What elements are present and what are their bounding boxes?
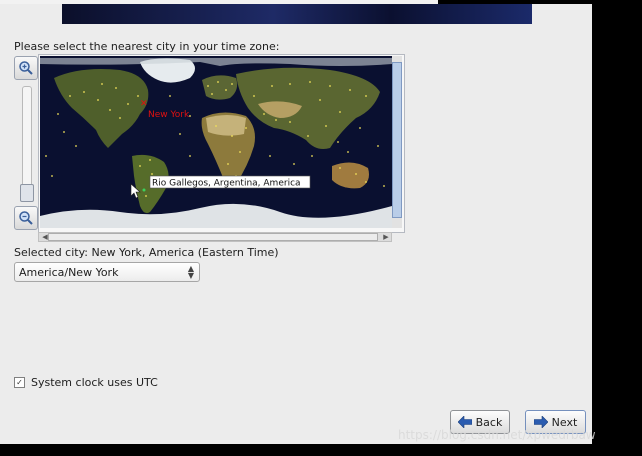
zoom-out-icon [19,211,33,225]
zoom-in-button[interactable] [14,56,38,80]
timezone-select[interactable]: America/New York ▲ ▼ [14,262,200,282]
world-map[interactable]: ✕ New York Rio Gallegos, Argentina, Amer… [40,56,392,228]
arrow-right-icon [533,416,548,428]
back-button-label: Back [475,415,503,429]
header-banner [62,4,532,24]
selected-city-marker[interactable]: ✕ [140,99,148,109]
scroll-right-icon[interactable]: ▶ [381,233,391,241]
map-vertical-scroll-thumb[interactable] [392,62,402,218]
zoom-in-icon [19,61,33,75]
utc-checkbox-row[interactable]: ✓ System clock uses UTC [14,376,158,389]
instruction-label: Please select the nearest city in your t… [14,40,280,53]
screen-border [592,0,642,456]
selected-city-label: Selected city: New York, America (Easter… [14,246,279,259]
arrow-left-icon [457,416,472,428]
timezone-select-value: America/New York [19,265,119,279]
utc-checkbox-label: System clock uses UTC [31,376,158,389]
zoom-out-button[interactable] [14,206,38,230]
zoom-slider-thumb[interactable] [20,184,34,202]
hover-city-label: Rio Gallegos, Argentina, America [152,179,301,189]
hover-city-dot[interactable] [142,188,146,192]
marked-city-label: New York [148,110,190,120]
map-horizontal-scroll-thumb[interactable] [48,233,378,241]
watermark: https://blog.csdn.net/xpwedrbaw [398,428,596,442]
select-arrows-icon: ▲ ▼ [187,264,194,280]
next-button-label: Next [551,415,578,429]
utc-checkbox[interactable]: ✓ [14,377,25,388]
